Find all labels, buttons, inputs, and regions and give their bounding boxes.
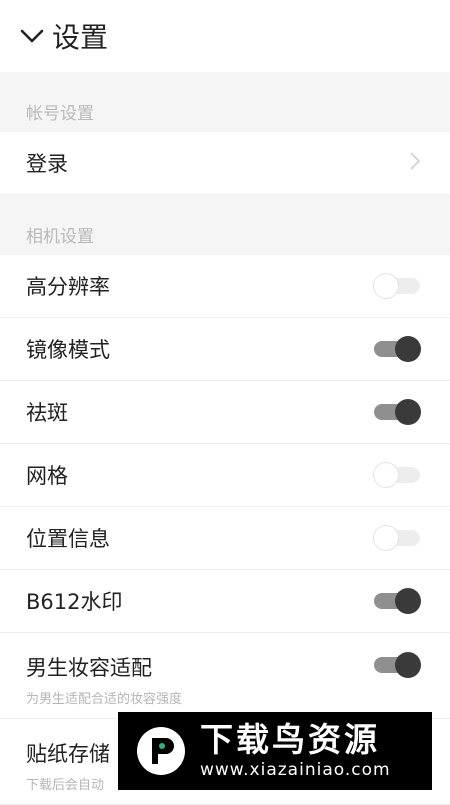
setting-label: 祛斑 xyxy=(26,401,68,425)
watermark-domain: www.xiazainiao.com xyxy=(200,760,391,780)
setting-label: 男生妆容适配 xyxy=(26,656,152,680)
setting-label: 镜像模式 xyxy=(26,338,110,362)
setting-row-grid[interactable]: 网格 xyxy=(0,444,450,507)
setting-row-blemish-removal[interactable]: 祛斑 xyxy=(0,381,450,444)
login-row[interactable]: 登录 xyxy=(0,132,450,195)
grid-toggle[interactable] xyxy=(373,462,422,488)
high-resolution-toggle[interactable] xyxy=(373,273,422,299)
location-toggle[interactable] xyxy=(373,525,422,551)
setting-text: 男生妆容适配 为男生适配合适的妆容强度 xyxy=(26,652,182,707)
setting-row-male-makeup[interactable]: 男生妆容适配 为男生适配合适的妆容强度 xyxy=(0,633,450,719)
setting-row-watermark[interactable]: B612水印 xyxy=(0,570,450,633)
watermark-brand: 下载鸟资源 xyxy=(200,720,380,759)
header-bar: 设置 xyxy=(0,0,450,72)
chevron-down-icon[interactable] xyxy=(18,22,46,50)
setting-label: 网格 xyxy=(26,464,68,488)
bird-logo-icon xyxy=(137,727,185,775)
setting-row-mirror-mode[interactable]: 镜像模式 xyxy=(0,318,450,381)
section-header-account: 帐号设置 xyxy=(0,72,450,132)
blemish-removal-toggle[interactable] xyxy=(374,399,422,425)
setting-text: 贴纸存储 下载后会自动 xyxy=(26,738,110,793)
setting-row-location[interactable]: 位置信息 xyxy=(0,507,450,570)
setting-label: 位置信息 xyxy=(26,527,110,551)
site-watermark: 下载鸟资源 www.xiazainiao.com xyxy=(118,712,432,790)
setting-label: 贴纸存储 xyxy=(26,742,110,766)
setting-description: 下载后会自动 xyxy=(26,778,105,793)
male-makeup-toggle[interactable] xyxy=(374,652,422,678)
page-title: 设置 xyxy=(52,21,109,54)
setting-description: 为男生适配合适的妆容强度 xyxy=(26,692,183,707)
setting-label: B612水印 xyxy=(26,590,123,614)
chevron-right-icon xyxy=(408,151,422,175)
watermark-text: 下载鸟资源 www.xiazainiao.com xyxy=(200,721,391,781)
login-label: 登录 xyxy=(26,152,68,176)
setting-label: 高分辨率 xyxy=(26,275,110,299)
section-header-camera: 相机设置 xyxy=(0,195,450,255)
watermark-toggle[interactable] xyxy=(374,588,422,614)
mirror-mode-toggle[interactable] xyxy=(374,336,422,362)
setting-row-high-resolution[interactable]: 高分辨率 xyxy=(0,255,450,318)
